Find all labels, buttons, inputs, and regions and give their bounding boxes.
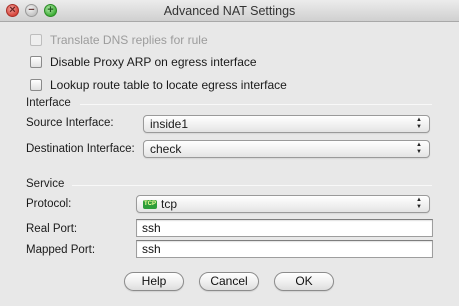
service-section-divider [72,185,432,186]
translate-dns-checkbox[interactable] [30,34,42,46]
interface-section-divider [80,104,432,105]
disable-proxy-arp-option[interactable]: Disable Proxy ARP on egress interface [30,54,257,70]
translate-dns-option[interactable]: Translate DNS replies for rule [30,32,208,48]
protocol-select[interactable]: TCP tcp ▲ ▼ [136,195,430,213]
lookup-route-table-label: Lookup route table to locate egress inte… [50,78,287,92]
title-bar[interactable]: × − + Advanced NAT Settings [0,0,459,22]
destination-interface-select[interactable]: check ▲ ▼ [143,140,430,158]
source-interface-select[interactable]: inside1 ▲ ▼ [143,115,430,133]
lookup-route-table-option[interactable]: Lookup route table to locate egress inte… [30,77,287,93]
mapped-port-input[interactable] [136,240,433,258]
destination-interface-label: Destination Interface: [26,143,135,155]
window-title: Advanced NAT Settings [163,4,296,18]
real-port-label: Real Port: [26,223,78,235]
lookup-route-table-checkbox[interactable] [30,79,42,91]
cancel-button[interactable]: Cancel [199,272,259,291]
updown-arrows-icon: ▲ ▼ [416,117,422,130]
disable-proxy-arp-label: Disable Proxy ARP on egress interface [50,55,257,69]
ok-button[interactable]: OK [274,272,334,291]
source-interface-value: inside1 [150,117,189,131]
destination-interface-value: check [150,142,182,156]
service-section-title: Service [26,178,65,190]
updown-arrows-icon: ▲ ▼ [416,197,422,210]
protocol-label: Protocol: [26,198,72,210]
translate-dns-label: Translate DNS replies for rule [50,33,208,47]
disable-proxy-arp-checkbox[interactable] [30,56,42,68]
mapped-port-label: Mapped Port: [26,244,96,256]
tcp-protocol-icon: TCP [143,199,157,209]
updown-arrows-icon: ▲ ▼ [416,142,422,155]
protocol-value: tcp [161,197,178,211]
real-port-input[interactable] [136,219,433,237]
help-button[interactable]: Help [124,272,184,291]
source-interface-label: Source Interface: [26,117,114,129]
interface-section-title: Interface [26,97,71,109]
